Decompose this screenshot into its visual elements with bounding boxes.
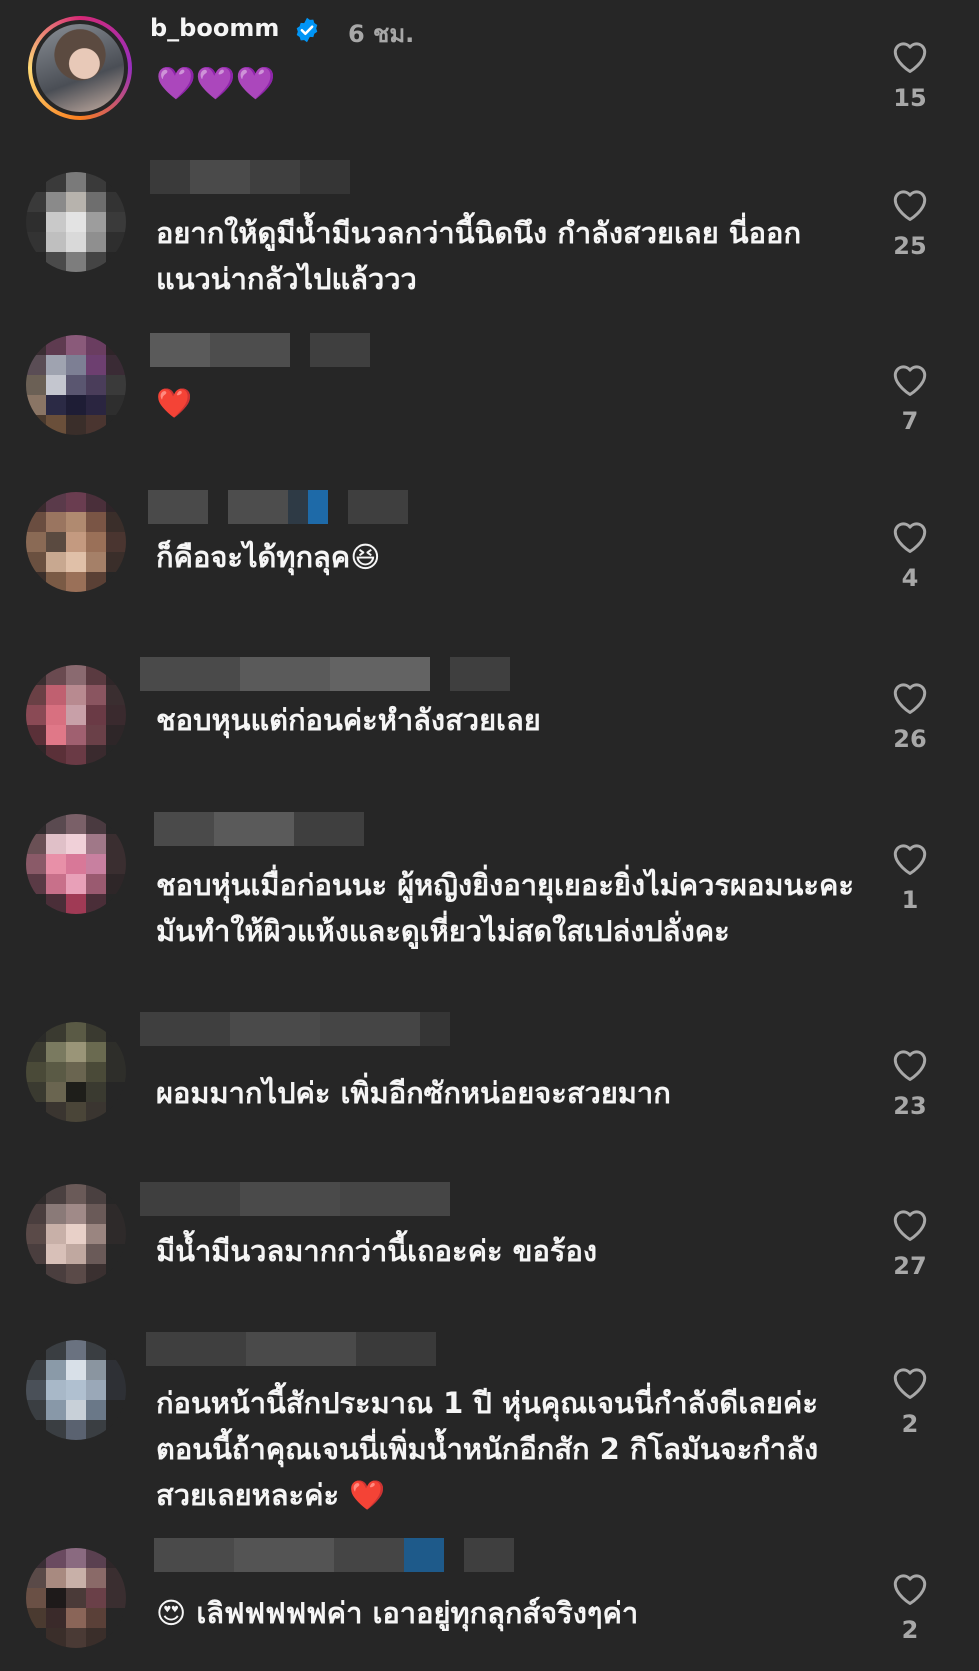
username-blurred[interactable] xyxy=(150,160,350,194)
comment-text: ชอบหุนแต่ก่อนค่ะหำลังสวยเลย xyxy=(156,703,541,737)
like-button[interactable]: 4 xyxy=(880,518,940,592)
avatar[interactable] xyxy=(26,492,126,592)
heart-icon xyxy=(893,1050,927,1082)
heart-icon xyxy=(893,1368,927,1400)
like-count: 2 xyxy=(901,1410,919,1438)
like-button[interactable]: 1 xyxy=(880,840,940,914)
username-blurred[interactable] xyxy=(148,490,408,524)
like-count: 23 xyxy=(893,1092,927,1120)
like-button[interactable]: 23 xyxy=(880,1046,940,1120)
heart-icon xyxy=(893,522,927,554)
heart-icon xyxy=(893,365,927,397)
comment-text: ❤️ xyxy=(156,386,193,420)
heart-icon xyxy=(893,1574,927,1606)
like-count: 2 xyxy=(901,1616,919,1644)
username-blurred[interactable] xyxy=(154,812,364,846)
like-count: 26 xyxy=(893,725,927,753)
comment-text: ก็คือจะได้ทุกลุค😆 xyxy=(156,540,381,574)
like-count: 27 xyxy=(893,1252,927,1280)
like-button[interactable]: 2 xyxy=(880,1570,940,1644)
comment-text: ก่อนหน้านี้สักประมาณ 1 ปี หุ่นคุณเจนนี่ก… xyxy=(156,1386,819,1512)
username-blurred[interactable] xyxy=(154,1538,514,1572)
comment-text: มีน้ำมีนวลมากกว่านี้เถอะค่ะ ขอร้อง xyxy=(156,1234,598,1268)
comment-text: ผอมมากไปค่ะ เพิ่มอีกซักหน่อยจะสวยมาก xyxy=(156,1076,671,1110)
like-button[interactable]: 27 xyxy=(880,1206,940,1280)
heart-icon xyxy=(893,42,927,74)
username-blurred[interactable] xyxy=(140,1012,450,1046)
comment-text: อยากให้ดูมีน้ำมีนวลกว่านี้นิดนึง กำลังสว… xyxy=(156,216,802,296)
like-count: 7 xyxy=(901,407,919,435)
heart-icon xyxy=(893,844,927,876)
like-count: 4 xyxy=(901,564,919,592)
like-button[interactable]: 7 xyxy=(880,361,940,435)
like-count: 1 xyxy=(901,886,919,914)
username-blurred[interactable] xyxy=(140,1182,450,1216)
comment-text: ชอบหุ่นเมื่อก่อนนะ ผู้หญิงยิ่งอายุเยอะยิ… xyxy=(156,868,854,948)
avatar[interactable] xyxy=(26,335,126,435)
heart-icon xyxy=(893,190,927,222)
like-button[interactable]: 15 xyxy=(880,38,940,112)
verified-badge-icon xyxy=(296,17,318,43)
avatar[interactable] xyxy=(26,1022,126,1122)
comment-text: 💜💜💜 xyxy=(156,64,276,102)
like-button[interactable]: 25 xyxy=(880,186,940,260)
avatar[interactable] xyxy=(26,1548,126,1648)
like-count: 15 xyxy=(893,84,927,112)
username[interactable]: b_boomm xyxy=(150,14,279,42)
timestamp: 6 ชม. xyxy=(348,20,415,48)
heart-icon xyxy=(893,683,927,715)
comment-text: 😍 เลิฟฟฟฟฟค่า เอาอยู่ทุกลุกส์จริงๆค่า xyxy=(156,1596,639,1630)
username-blurred[interactable] xyxy=(150,333,370,367)
heart-icon xyxy=(893,1210,927,1242)
username-blurred[interactable] xyxy=(146,1332,436,1366)
avatar[interactable] xyxy=(26,665,126,765)
avatar[interactable] xyxy=(26,814,126,914)
like-count: 25 xyxy=(893,232,927,260)
avatar[interactable] xyxy=(26,1184,126,1284)
avatar[interactable] xyxy=(26,172,126,272)
avatar[interactable] xyxy=(26,1340,126,1440)
like-button[interactable]: 2 xyxy=(880,1364,940,1438)
username-blurred[interactable] xyxy=(140,657,510,691)
like-button[interactable]: 26 xyxy=(880,679,940,753)
avatar[interactable] xyxy=(28,16,132,120)
